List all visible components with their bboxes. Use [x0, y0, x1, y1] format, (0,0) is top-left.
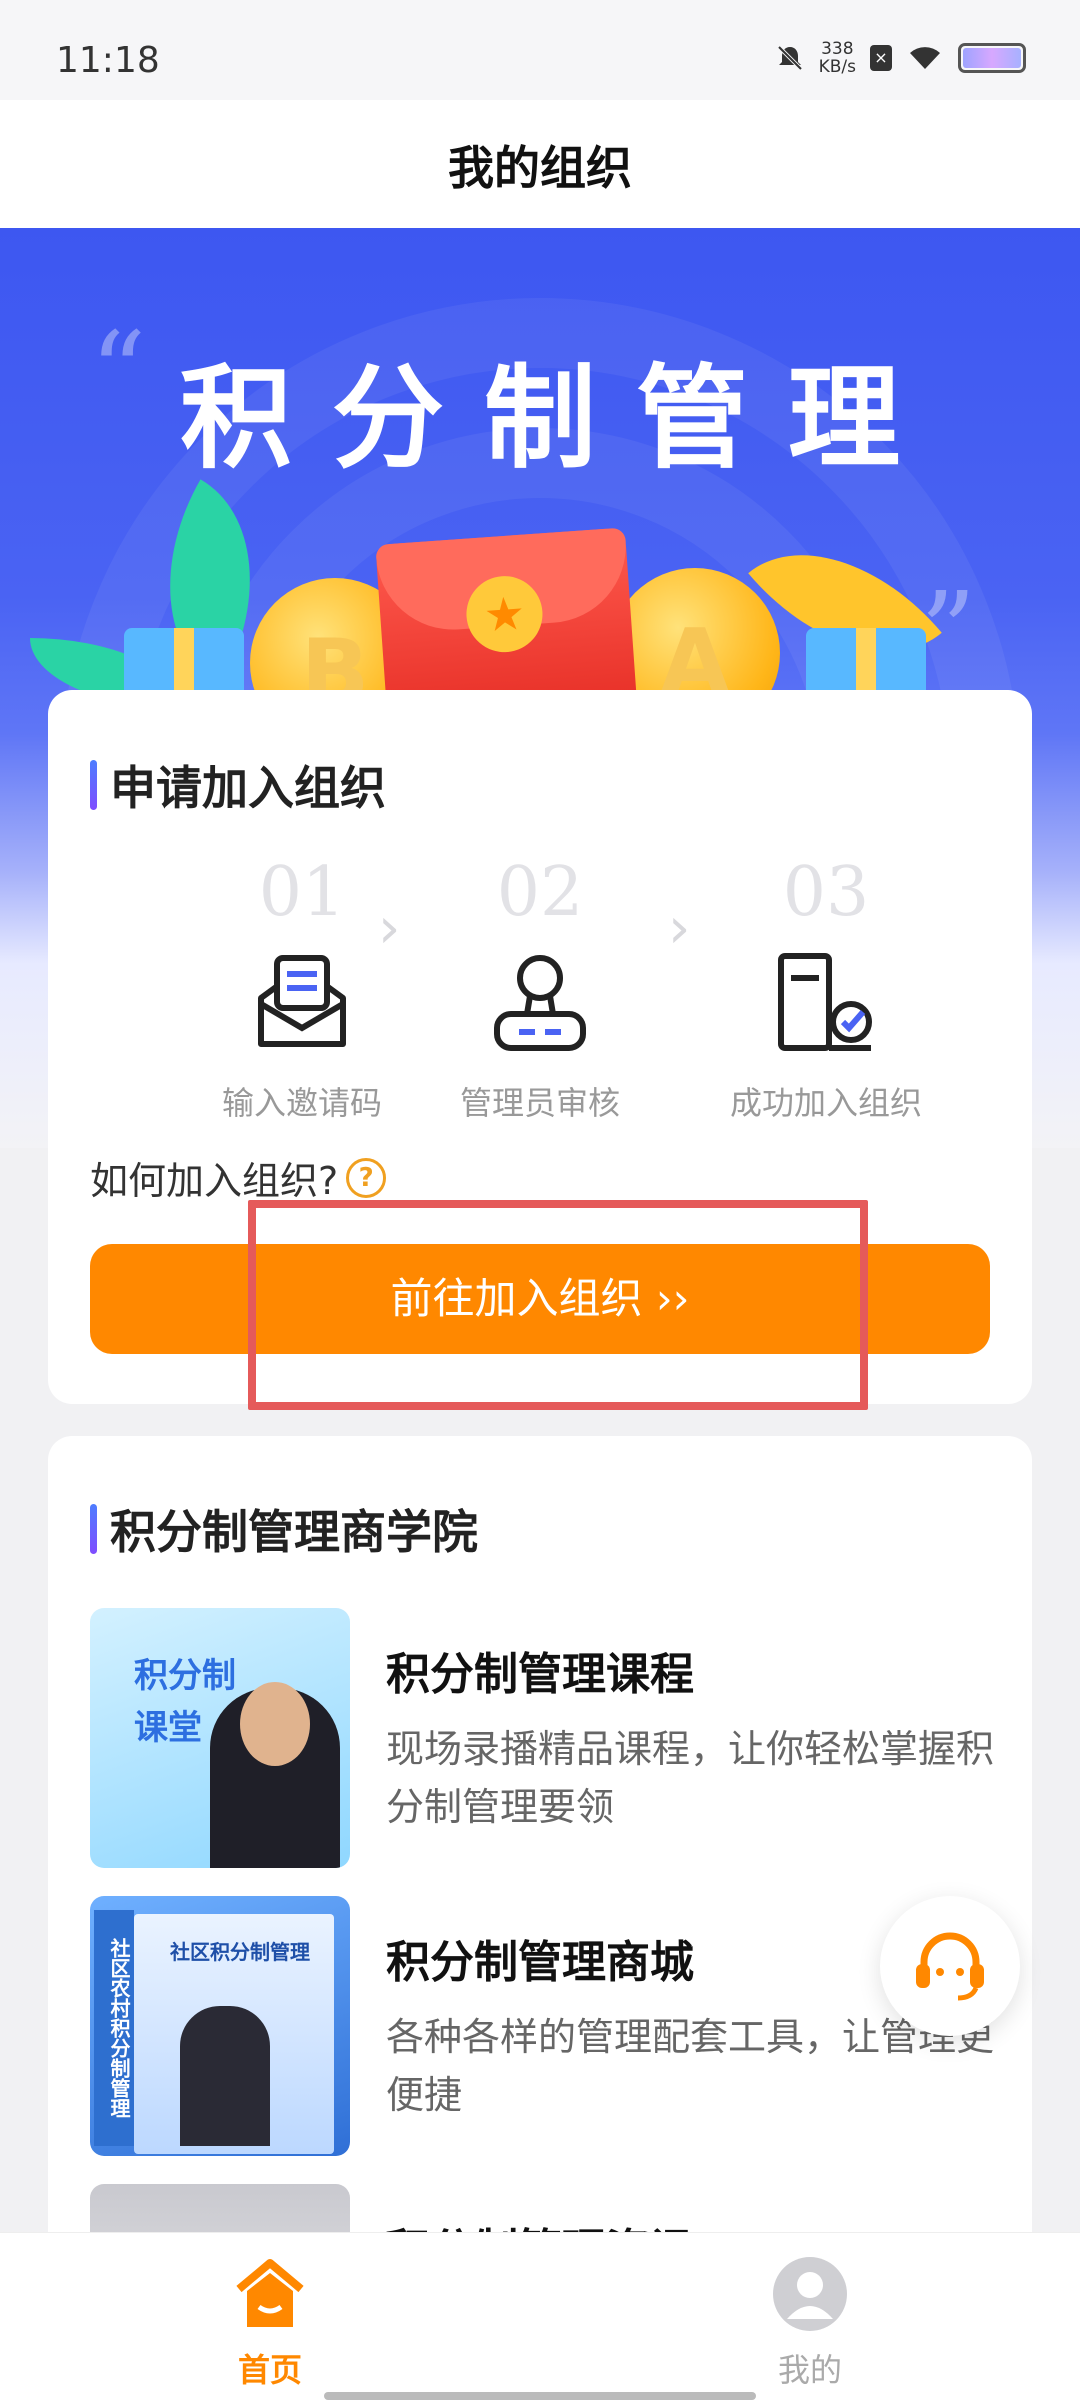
how-to-join-text: 如何加入组织? — [90, 1159, 339, 1203]
join-section-title: 申请加入组织 — [90, 752, 386, 818]
course-description: 现场录播精品课程，让你轻松掌握积分制管理要领 — [386, 1727, 995, 1829]
step-number: 02 — [496, 853, 584, 932]
help-icon[interactable]: ? — [346, 1157, 387, 1198]
step-number: 03 — [782, 853, 870, 932]
academy-section-title: 积分制管理商学院 — [90, 1496, 478, 1562]
go-join-organization-button[interactable]: 前往加入组织 ›› — [90, 1244, 990, 1354]
system-home-indicator[interactable] — [324, 2392, 756, 2400]
network-speed: 338 KB/s — [819, 40, 856, 76]
step-label: 成功加入组织 — [729, 1084, 922, 1122]
mall-thumbnail: 社区农村积分制管理 社区积分制管理 — [90, 1896, 350, 2156]
nav-home[interactable]: 首页 — [170, 2255, 370, 2391]
status-icons: 338 KB/s × — [775, 40, 1026, 76]
nav-mine[interactable]: 我的 — [710, 2255, 910, 2391]
page-header: 我的组织 — [0, 100, 1080, 228]
battery-icon — [958, 43, 1026, 73]
step-join-success: 03 成功加入组织 — [696, 858, 956, 1124]
step-arrow-icon: › — [668, 896, 691, 961]
join-organization-card: 申请加入组织 01 输入邀请码 › 02 管理员审核 › 03 成功加入组织 如… — [48, 690, 1032, 1404]
status-time: 11:18 — [56, 40, 160, 81]
step-label: 管理员审核 — [459, 1084, 620, 1122]
document-check-icon — [778, 953, 872, 1051]
course-title: 积分制管理课程 — [386, 1649, 694, 1700]
step-admin-review: 02 管理员审核 — [410, 858, 670, 1124]
author-image — [180, 2006, 270, 2146]
mute-bell-icon — [777, 45, 803, 71]
stamp-icon — [494, 955, 586, 1051]
book-spine-text: 社区农村积分制管理 — [94, 1910, 134, 2146]
status-bar: 11:18 338 KB/s × — [0, 0, 1080, 100]
nav-home-label: 首页 — [237, 2351, 302, 2389]
course-thumbnail: 积分制课堂 — [90, 1608, 350, 1868]
net-speed-value: 338 — [821, 39, 854, 59]
envelope-icon — [258, 955, 346, 1047]
lecturer-head — [240, 1682, 310, 1766]
book-title-text: 社区积分制管理 — [170, 1940, 310, 1964]
home-icon — [236, 2259, 304, 2327]
customer-service-button[interactable] — [880, 1896, 1020, 2036]
page-title: 我的组织 — [448, 141, 632, 195]
step-arrow-icon: › — [378, 896, 401, 961]
user-avatar-icon — [773, 2257, 847, 2331]
banner-title: 积分制管理 — [180, 354, 940, 484]
bottom-navigation: 首页 我的 — [0, 2232, 1080, 2408]
sim-off-icon: × — [870, 45, 892, 71]
wifi-icon — [910, 47, 940, 69]
mall-title: 积分制管理商城 — [386, 1937, 694, 1988]
mall-item[interactable]: 社区农村积分制管理 社区积分制管理 积分制管理商城 各种各样的管理配套工具，让管… — [90, 1896, 994, 2156]
nav-mine-label: 我的 — [777, 2351, 842, 2389]
step-label: 输入邀请码 — [221, 1084, 382, 1122]
how-to-join-link[interactable]: 如何加入组织? ? — [90, 1150, 387, 1205]
course-item[interactable]: 积分制课堂 积分制管理课程 现场录播精品课程，让你轻松掌握积分制管理要领 — [90, 1608, 994, 1868]
headset-icon — [916, 1932, 984, 2001]
net-speed-unit: KB/s — [818, 57, 856, 77]
